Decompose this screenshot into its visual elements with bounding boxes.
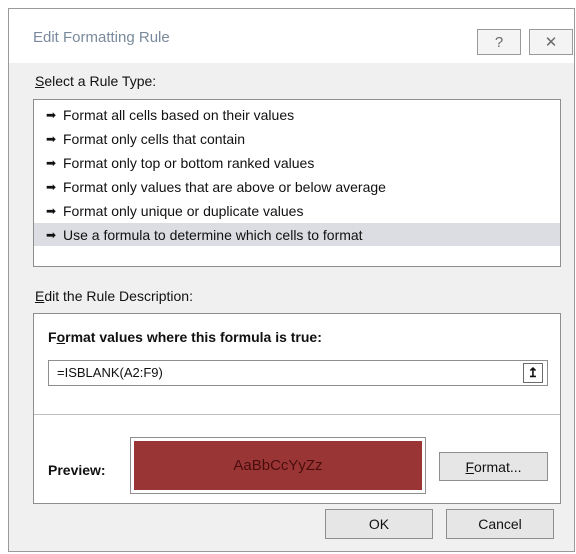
title-bar: Edit Formatting Rule ? ✕: [9, 9, 574, 63]
rule-type-label: Use a formula to determine which cells t…: [63, 226, 363, 243]
preview-sample: AaBbCcYyZz: [134, 441, 422, 490]
rule-type-label: Format all cells based on their values: [63, 106, 295, 123]
rule-type-item-unique-duplicate[interactable]: ➡ Format only unique or duplicate values: [34, 199, 560, 222]
formula-value: =ISBLANK(A2:F9): [57, 365, 163, 380]
close-icon: ✕: [544, 34, 558, 51]
arrow-right-icon: ➡: [46, 227, 57, 242]
preview-label: Preview:: [48, 462, 106, 478]
close-button[interactable]: ✕: [529, 29, 573, 55]
help-icon: ?: [494, 33, 504, 51]
rule-type-label: Format only cells that contain: [63, 130, 246, 147]
rule-type-item-cells-that-contain[interactable]: ➡ Format only cells that contain: [34, 127, 560, 150]
arrow-right-icon: ➡: [46, 203, 57, 218]
rule-type-item-use-formula[interactable]: ➡ Use a formula to determine which cells…: [34, 223, 560, 246]
help-button[interactable]: ?: [477, 29, 521, 55]
preview-box: AaBbCcYyZz: [130, 437, 426, 494]
select-rule-type-label: Select a Rule Type:: [35, 73, 157, 89]
rule-type-label: Format only values that are above or bel…: [63, 178, 386, 195]
rule-type-item-top-bottom-ranked[interactable]: ➡ Format only top or bottom ranked value…: [34, 151, 560, 174]
rule-type-list[interactable]: ➡ Format all cells based on their values…: [33, 99, 561, 267]
cancel-button[interactable]: Cancel: [446, 509, 554, 539]
dialog-title: Edit Formatting Rule: [33, 29, 170, 46]
arrow-right-icon: ➡: [46, 179, 57, 194]
arrow-right-icon: ➡: [46, 155, 57, 170]
edit-formatting-rule-dialog: Edit Formatting Rule ? ✕ Select a Rule T…: [8, 8, 575, 552]
ok-button[interactable]: OK: [325, 509, 433, 539]
rule-type-label: Format only unique or duplicate values: [63, 202, 304, 219]
edit-rule-description-label: Edit the Rule Description:: [35, 288, 193, 304]
divider: [34, 414, 560, 415]
arrow-right-icon: ➡: [46, 131, 57, 146]
rule-type-item-format-all-cells[interactable]: ➡ Format all cells based on their values: [34, 103, 560, 126]
rule-type-label: Format only top or bottom ranked values: [63, 154, 315, 171]
rule-description-panel: Format values where this formula is true…: [33, 313, 561, 504]
arrow-right-icon: ➡: [46, 107, 57, 122]
rule-type-item-above-below-average[interactable]: ➡ Format only values that are above or b…: [34, 175, 560, 198]
collapse-arrow-icon: ↥: [527, 365, 539, 380]
collapse-dialog-button[interactable]: ↥: [523, 363, 543, 383]
format-button[interactable]: Format...: [439, 452, 548, 481]
formula-label: Format values where this formula is true…: [48, 329, 322, 345]
preview-sample-text: AaBbCcYyZz: [233, 457, 323, 474]
formula-input[interactable]: =ISBLANK(A2:F9) ↥: [48, 360, 548, 386]
